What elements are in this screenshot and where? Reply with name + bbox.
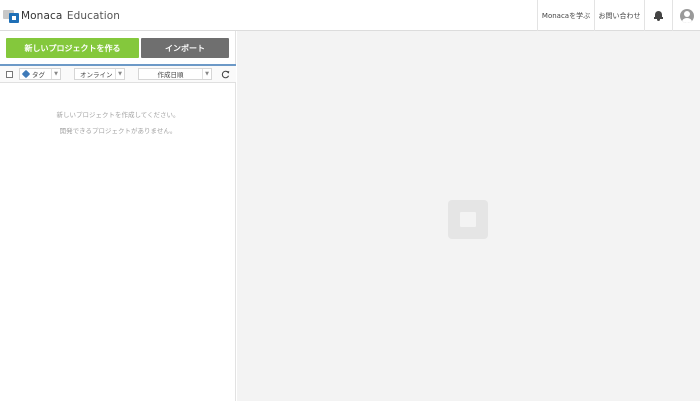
top-header: Monaca Education Monacaを学ぶ お問い合わせ (0, 0, 700, 31)
tag-filter-dropdown[interactable]: タグ ▼ (19, 68, 61, 80)
online-filter-label: オンライン (80, 71, 113, 79)
nav-learn-monaca[interactable]: Monacaを学ぶ (537, 0, 594, 31)
filter-bar: タグ ▼ オンライン ▼ 作成日順 ▼ (0, 66, 236, 83)
logo-main-text: Monaca (21, 10, 63, 22)
project-detail-pane (237, 31, 700, 401)
refresh-icon[interactable] (221, 70, 230, 79)
sort-order-label: 作成日順 (157, 71, 184, 79)
chevron-down-icon: ▼ (115, 69, 124, 79)
notifications-button[interactable] (644, 0, 672, 31)
user-menu-button[interactable] (672, 0, 700, 31)
tag-filter-label: タグ (32, 71, 45, 79)
nav-contact[interactable]: お問い合わせ (594, 0, 644, 31)
page: Monaca Education Monacaを学ぶ お問い合わせ 新しいプロジ… (0, 0, 700, 401)
bell-icon (654, 10, 663, 21)
select-all-checkbox[interactable] (6, 71, 13, 78)
import-button[interactable]: インポート (141, 38, 229, 58)
monaca-logo-icon (3, 9, 19, 23)
sort-order-dropdown[interactable]: 作成日順 ▼ (138, 68, 212, 80)
placeholder-icon (448, 200, 488, 239)
new-project-button[interactable]: 新しいプロジェクトを作る (6, 38, 139, 58)
tag-icon (21, 69, 31, 79)
empty-state-message-1: 新しいプロジェクトを作成してください。 (56, 111, 180, 119)
online-filter-dropdown[interactable]: オンライン ▼ (74, 68, 125, 80)
chevron-down-icon: ▼ (202, 69, 211, 79)
empty-state-message-2: 開発できるプロジェクトがありません。 (59, 127, 177, 135)
header-nav: Monacaを学ぶ お問い合わせ (537, 0, 700, 31)
app-logo[interactable]: Monaca Education (3, 9, 120, 23)
logo-text: Monaca Education (21, 10, 120, 22)
logo-sub-text: Education (66, 10, 121, 22)
chevron-down-icon: ▼ (51, 69, 60, 79)
project-list-panel: 新しいプロジェクトを作る インポート タグ ▼ オンライン ▼ 作成日順 ▼ 新… (0, 31, 236, 401)
user-avatar-icon (679, 8, 694, 23)
